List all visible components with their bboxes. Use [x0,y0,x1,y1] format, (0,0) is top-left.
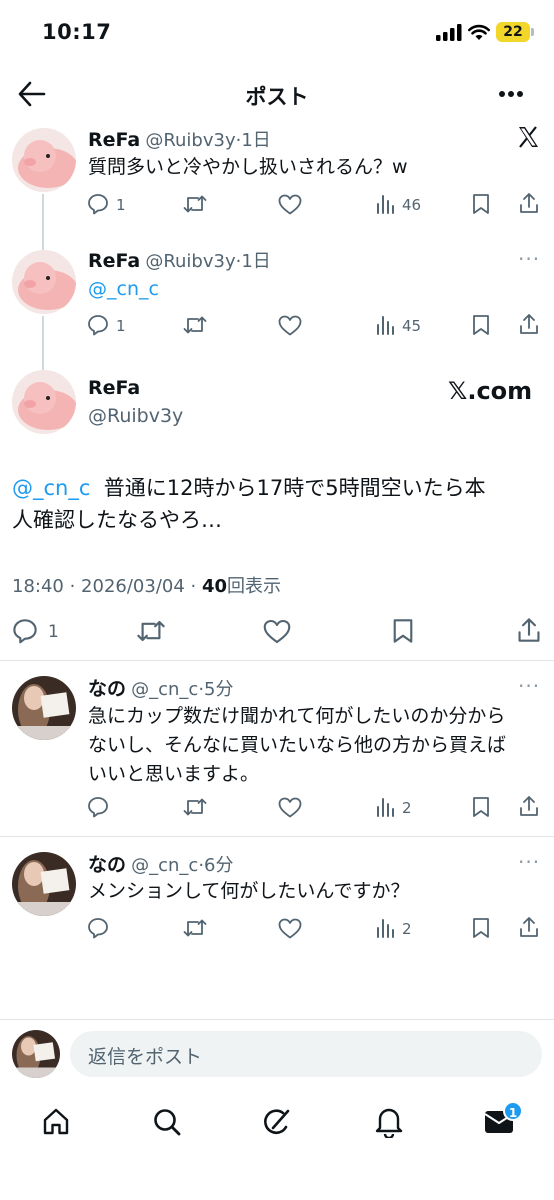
repost-icon[interactable] [183,797,207,817]
bookmark-icon[interactable] [472,193,490,215]
avatar[interactable] [12,852,76,916]
view-count-total: 40 [201,576,228,597]
like-icon[interactable] [278,918,302,939]
view-count: 45 [402,317,422,335]
like-icon[interactable] [263,619,291,644]
reply-icon[interactable] [87,193,109,215]
reply-count: 1 [48,622,59,642]
mention-link[interactable]: @_cn_c [88,275,159,304]
post-age: ·1日 [235,130,271,151]
views-icon[interactable] [376,194,396,214]
author-name[interactable]: なの [88,678,126,700]
divider [0,660,554,661]
reply-icon[interactable] [87,314,109,336]
author-name[interactable]: なの [88,854,126,876]
post-text-line1: 普通に12時から17時で5時間空いたら本 [103,476,486,500]
battery-tip [531,28,534,36]
reply-icon[interactable] [12,618,38,644]
reply-count: 1 [116,196,126,214]
reply-text-line1: 急にカップ数だけ聞かれて何がしたいのか分から [88,705,506,727]
author-name[interactable]: ReFa [88,250,140,272]
thread-line [42,194,44,250]
views-icon[interactable] [376,797,396,817]
repost-icon[interactable] [183,918,207,938]
status-time: 10:17 [42,20,112,44]
cellular-signal-icon [436,24,462,42]
post-age: ·5分 [198,679,234,700]
search-icon[interactable] [152,1107,182,1137]
post-age: ·1日 [235,251,271,272]
x-logo-icon [517,126,539,148]
views-label: 回表示 [227,576,282,597]
more-icon[interactable]: ··· [518,850,540,874]
bookmark-icon[interactable] [472,796,490,818]
mention-link[interactable]: @_cn_c [12,476,90,500]
reply-text-line1: メンションして何がしたいんですか？ [88,880,410,902]
reply-text-line3: いいと思いますよ。 [88,763,260,785]
views-icon[interactable] [376,315,396,335]
like-icon[interactable] [278,194,302,215]
wifi-icon [468,24,490,41]
views-icon[interactable] [376,918,396,938]
author-handle[interactable]: @Ruibv3y [145,130,235,151]
repost-icon[interactable] [136,619,166,643]
reply-icon[interactable] [87,917,109,939]
like-icon[interactable] [278,797,302,818]
post-text-line2: 人確認したなるやろ… [12,508,222,532]
more-icon[interactable]: ··· [518,674,540,698]
home-icon[interactable] [41,1107,71,1137]
view-count: 2 [402,920,412,938]
avatar[interactable] [12,370,76,434]
avatar[interactable] [12,250,76,314]
author-handle[interactable]: @_cn_c [131,679,198,700]
thread-line [42,316,44,370]
like-icon[interactable] [278,315,302,336]
view-count: 2 [402,799,412,817]
author-handle[interactable]: @_cn_c [131,855,198,876]
battery-indicator: 22 [496,22,530,42]
post-age: ·6分 [198,855,234,876]
author-name[interactable]: ReFa [88,377,140,399]
bookmark-icon[interactable] [392,618,414,644]
grok-icon[interactable] [262,1107,292,1137]
post-text: 質問多いと冷やかし扱いされるん？w [88,156,408,178]
share-icon[interactable] [518,192,540,214]
reply-icon[interactable] [87,796,109,818]
bookmark-icon[interactable] [472,314,490,336]
repost-icon[interactable] [183,194,207,214]
reply-input-placeholder: 返信をポスト [88,1046,203,1068]
share-icon[interactable] [516,617,542,643]
notifications-bell-icon[interactable] [374,1106,404,1138]
author-handle[interactable]: @Ruibv3y [145,251,235,272]
more-icon[interactable]: ··· [518,247,540,271]
avatar[interactable] [12,676,76,740]
reply-count: 1 [116,317,126,335]
bookmark-icon[interactable] [472,917,490,939]
author-name[interactable]: ReFa [88,129,140,151]
more-options-icon[interactable] [498,90,524,98]
page-title: ポスト [245,85,309,109]
share-icon[interactable] [518,916,540,938]
avatar[interactable] [12,1030,60,1078]
avatar[interactable] [12,128,76,192]
divider [0,836,554,837]
share-icon[interactable] [518,313,540,335]
reply-text-line2: ないし、そんなに買いたいなら他の方から買えば [88,734,507,756]
x-com-logo: 𝕏.com [448,377,533,405]
divider [0,1019,554,1020]
post-timestamp[interactable]: 18:40 · 2026/03/04 · [12,576,202,597]
author-handle[interactable]: @Ruibv3y [88,405,183,427]
repost-icon[interactable] [183,315,207,335]
messages-badge: 1 [503,1101,523,1121]
view-count: 46 [402,196,422,214]
share-icon[interactable] [518,795,540,817]
